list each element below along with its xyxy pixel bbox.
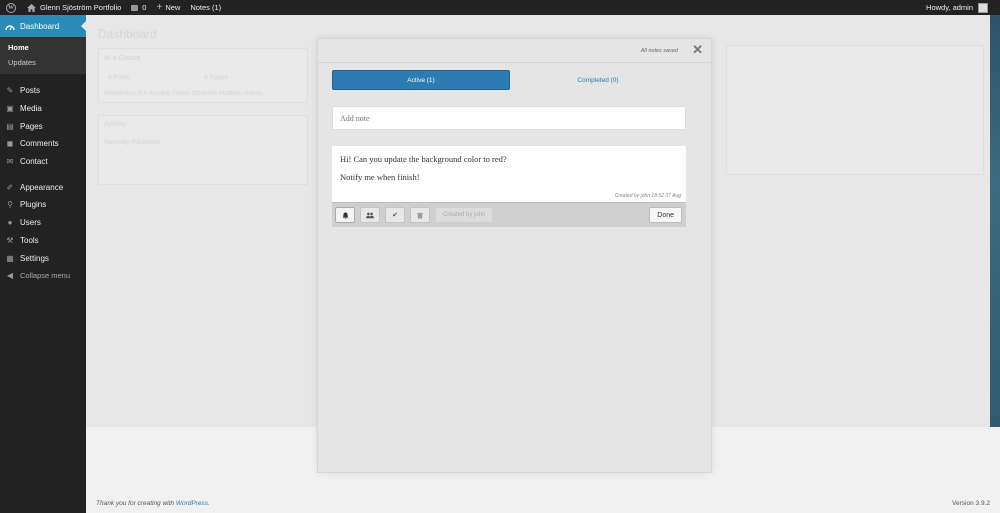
dashboard-submenu: Home Updates (0, 37, 86, 74)
wordpress-link[interactable]: WordPress. (176, 500, 210, 507)
note-card[interactable]: Hi! Can you update the background color … (332, 146, 686, 202)
submenu-item-updates[interactable]: Updates (0, 55, 86, 70)
check-icon: ✔ (392, 212, 398, 219)
plugin-icon: ⚲ (7, 200, 13, 210)
collapse-icon: ◀ (6, 271, 14, 281)
created-by-button[interactable]: Created by john (435, 207, 494, 223)
sidebar-item-users[interactable]: ● Users (0, 214, 86, 232)
sidebar-item-label: Pages (20, 121, 43, 131)
comments-icon: ◼ (6, 139, 14, 149)
notes-modal: All notes saved ✕ Active (1) Completed (… (318, 39, 711, 472)
note-toolbar: ✔ Created by john Done (332, 202, 686, 227)
sidebar-item-appearance[interactable]: ✐ Appearance (0, 178, 86, 196)
note-text-line-1: Hi! Can you update the background color … (340, 154, 507, 164)
notes-link[interactable]: Notes (1) (185, 0, 226, 15)
plus-icon: + (156, 1, 163, 13)
activity-title: Activity (104, 121, 127, 128)
tab-completed[interactable]: Completed (0) (510, 70, 686, 90)
home-icon (27, 3, 36, 12)
quick-draft-widget (726, 45, 984, 175)
sidebar-item-media[interactable]: ▣ Media (0, 100, 86, 118)
done-button[interactable]: Done (649, 207, 682, 223)
notes-label: Notes (1) (190, 3, 222, 12)
site-name: Glenn Sjöström Portfolio (40, 3, 122, 12)
sidebar-item-label: Contact (20, 157, 48, 167)
sidebar-item-posts[interactable]: ✎ Posts (0, 82, 86, 100)
pages-icon: ▤ (6, 121, 14, 131)
admin-sidebar: Dashboard Home Updates ✎ Posts ▣ Media ▤… (0, 15, 86, 513)
page-title: Dashboard (98, 27, 157, 41)
settings-icon: ▦ (6, 253, 14, 263)
collapse-menu-button[interactable]: ◀ Collapse menu (0, 267, 86, 285)
activity-widget (98, 115, 308, 185)
sidebar-item-label: Comments (20, 139, 59, 149)
new-content-menu[interactable]: + New (151, 0, 185, 15)
brush-icon: ✐ (6, 182, 14, 192)
new-label: New (165, 3, 181, 12)
glance-running: WordPress 3.9 running Glenn Sjöström Por… (104, 90, 265, 97)
footer-version: Version 3.9.2 (952, 500, 990, 507)
site-name-link[interactable]: Glenn Sjöström Portfolio (22, 0, 126, 15)
sidebar-item-label: Settings (20, 253, 49, 263)
assign-users-button[interactable] (360, 207, 380, 223)
complete-check-button[interactable]: ✔ (385, 207, 405, 223)
dashboard-icon (5, 24, 15, 30)
glance-posts: 4 Posts (108, 74, 130, 81)
users-icon (366, 212, 374, 218)
comment-icon (131, 4, 139, 11)
note-meta: Created by john 18:52 07 Aug (614, 193, 681, 199)
trash-icon (417, 212, 423, 218)
submenu-item-home[interactable]: Home (0, 40, 86, 55)
sidebar-item-tools[interactable]: ⚒ Tools (0, 232, 86, 250)
sidebar-item-label: Dashboard (20, 21, 60, 31)
sidebar-item-label: Posts (20, 86, 41, 96)
sidebar-item-label: Appearance (20, 182, 64, 192)
desktop-background-strip (990, 15, 1000, 427)
media-icon: ▣ (6, 104, 14, 114)
sidebar-item-pages[interactable]: ▤ Pages (0, 117, 86, 135)
collapse-label: Collapse menu (20, 271, 71, 281)
sidebar-item-label: Media (20, 104, 42, 114)
tab-active[interactable]: Active (1) (332, 70, 510, 90)
close-icon[interactable]: ✕ (692, 43, 703, 56)
account-menu[interactable]: Howdy, admin (921, 0, 1000, 15)
footer-thanks: Thank you for creating with WordPress. (96, 500, 210, 507)
user-icon: ● (7, 218, 13, 228)
note-text-line-2: Notify me when finish! (340, 172, 420, 182)
modal-header: All notes saved ✕ (318, 39, 711, 63)
sidebar-item-comments[interactable]: ◼ Comments (0, 135, 86, 153)
sidebar-item-label: Users (20, 218, 41, 228)
pin-icon: ✎ (6, 86, 14, 96)
greeting: Howdy, admin (926, 3, 973, 12)
wordpress-icon: W (6, 2, 16, 13)
avatar (978, 2, 988, 13)
sidebar-item-label: Tools (20, 235, 39, 245)
sidebar-item-label: Plugins (20, 200, 47, 210)
sidebar-item-settings[interactable]: ▦ Settings (0, 249, 86, 267)
bell-icon (342, 211, 348, 219)
glance-title: At a Glance (104, 55, 141, 62)
wordpress-logo-menu[interactable]: W (0, 0, 22, 15)
delete-button[interactable] (410, 207, 430, 223)
recently-published: Recently Published (104, 139, 160, 146)
glance-pages: 4 Pages (204, 74, 228, 81)
notify-bell-button[interactable] (335, 207, 355, 223)
contact-icon: ✉ (6, 157, 14, 167)
wrench-icon: ⚒ (6, 235, 14, 245)
admin-bar: W Glenn Sjöström Portfolio 0 + New Notes… (0, 0, 1000, 15)
add-note-input[interactable]: Add note (332, 106, 686, 130)
notes-tabs: Active (1) Completed (0) (332, 70, 686, 90)
sidebar-item-plugins[interactable]: ⚲ Plugins (0, 196, 86, 214)
sidebar-item-dashboard[interactable]: Dashboard (0, 15, 86, 37)
sidebar-item-contact[interactable]: ✉ Contact (0, 153, 86, 171)
comment-count: 0 (142, 3, 147, 12)
save-status: All notes saved (640, 48, 678, 54)
comments-link[interactable]: 0 (126, 0, 151, 15)
